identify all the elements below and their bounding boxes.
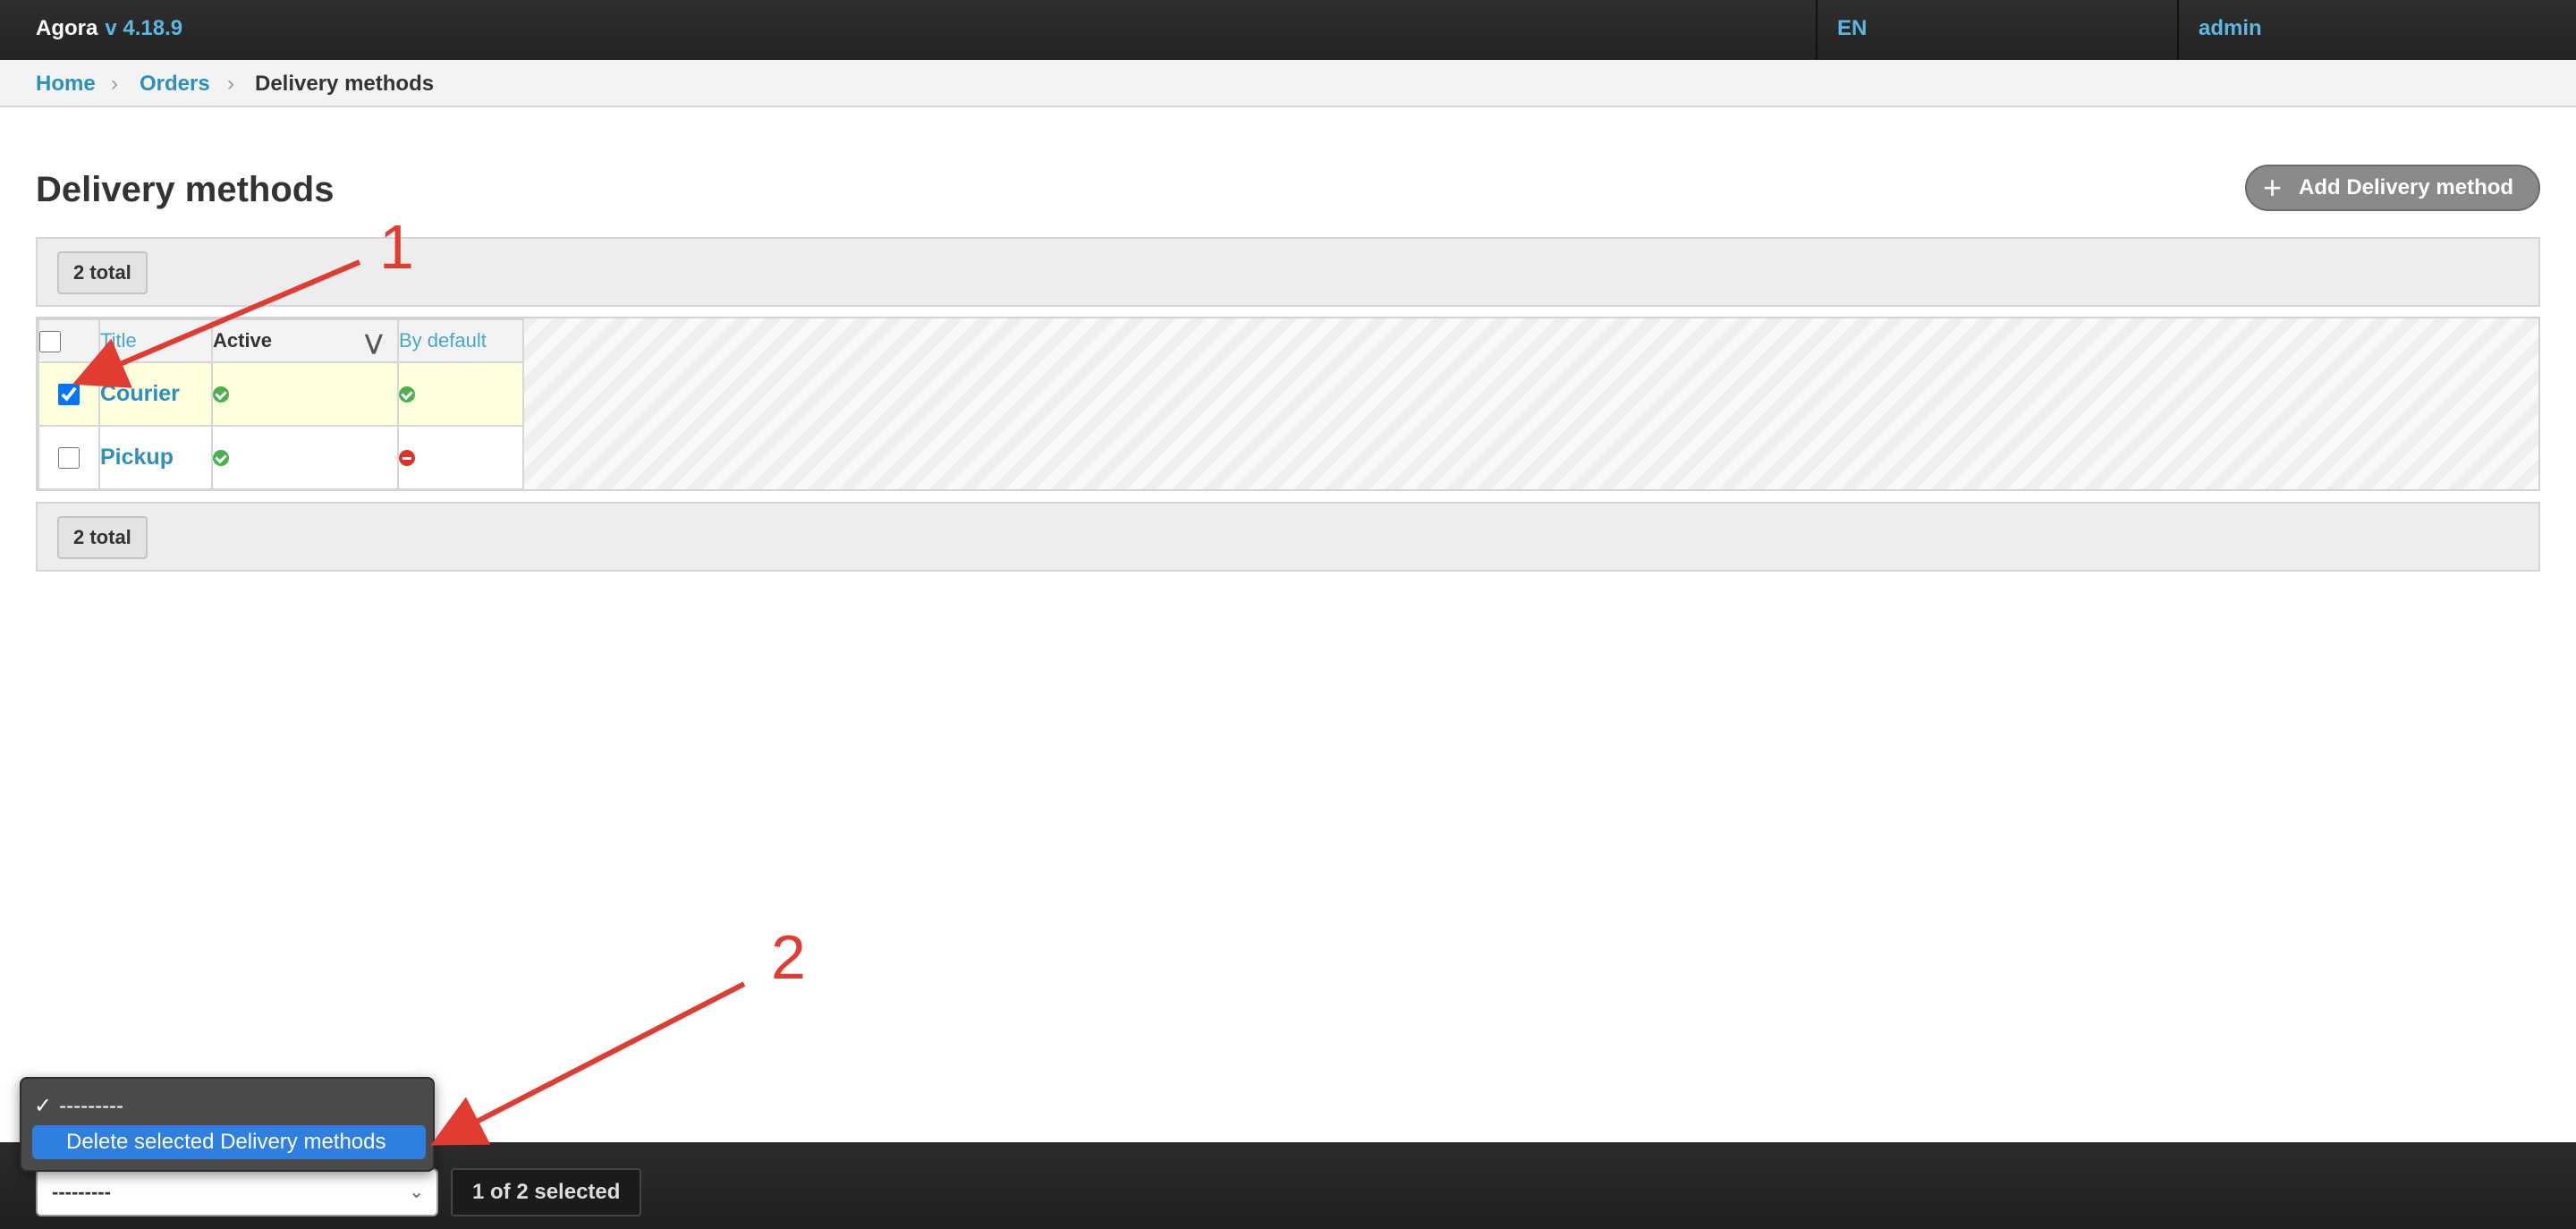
minus-circle-icon — [399, 450, 415, 467]
brand[interactable]: Agora v 4.18.9 — [36, 0, 182, 57]
version-label: v 4.18.9 — [105, 16, 183, 40]
chevron-right-icon: › — [227, 72, 234, 96]
row-title-link[interactable]: Pickup — [100, 445, 174, 470]
column-header-active[interactable]: Active ⋁ — [211, 318, 399, 363]
action-select-value: --------- — [52, 1181, 111, 1203]
by-default-cell — [397, 361, 524, 427]
header-divider — [1816, 0, 1818, 60]
column-header-by-default[interactable]: By default — [397, 318, 524, 363]
add-delivery-method-button[interactable]: + Add Delivery method — [2245, 165, 2540, 211]
annotation-number-2: 2 — [771, 922, 806, 992]
language-switcher[interactable]: EN — [1837, 0, 1867, 57]
add-button-label: Add Delivery method — [2299, 175, 2514, 199]
selection-counter: 1 of 2 selected — [451, 1168, 642, 1216]
breadcrumb-home[interactable]: Home — [36, 60, 96, 107]
check-circle-icon — [213, 386, 229, 403]
row-checkbox[interactable] — [58, 447, 80, 470]
select-all-cell — [38, 318, 100, 363]
plus-icon: + — [2263, 169, 2283, 206]
page-title: Delivery methods — [36, 170, 335, 209]
sort-chevron-icon[interactable]: ⋁ — [365, 330, 383, 356]
by-default-cell — [397, 425, 524, 490]
total-count-button[interactable]: 2 total — [57, 251, 148, 294]
check-circle-icon — [399, 386, 415, 403]
table-row[interactable]: Courier — [38, 361, 524, 427]
header-divider — [2177, 0, 2179, 60]
select-all-checkbox[interactable] — [39, 331, 61, 353]
active-cell — [211, 361, 399, 427]
dropdown-option-empty[interactable]: ✓ --------- — [34, 1093, 123, 1119]
check-circle-icon — [213, 450, 229, 467]
row-select-cell — [38, 425, 100, 490]
breadcrumb: Home › Orders › Delivery methods — [0, 60, 2576, 107]
column-header-active-label: Active — [213, 329, 273, 352]
action-select[interactable]: --------- ⌄ — [36, 1168, 438, 1216]
column-header-title[interactable]: Title — [98, 318, 213, 363]
user-menu[interactable]: admin — [2199, 0, 2262, 57]
title-cell: Courier — [98, 361, 213, 427]
title-cell: Pickup — [98, 425, 213, 490]
results-table: Title Active ⋁ By default Courier Pickup — [38, 318, 524, 490]
chevron-down-icon: ⌄ — [409, 1182, 424, 1202]
results-toolbar-bottom: 2 total — [36, 502, 2540, 572]
row-select-cell — [38, 361, 100, 427]
annotation-overlay — [72, 259, 746, 1146]
active-cell — [211, 425, 399, 490]
action-dropdown-menu: ✓ --------- Delete selected Delivery meth… — [20, 1077, 435, 1172]
breadcrumb-current: Delivery methods — [255, 72, 435, 96]
annotation-number-1: 1 — [379, 212, 414, 282]
top-header: Agora v 4.18.9 EN admin — [0, 0, 2576, 60]
total-count-button[interactable]: 2 total — [57, 516, 148, 559]
results-table-container: Title Active ⋁ By default Courier Pickup — [36, 317, 2540, 491]
dropdown-option-delete-selected[interactable]: Delete selected Delivery methods — [32, 1125, 426, 1159]
brand-name: Agora — [36, 16, 98, 40]
chevron-right-icon: › — [111, 72, 118, 96]
checkmark-icon: ✓ — [34, 1094, 53, 1118]
dropdown-option-empty-label: --------- — [59, 1094, 124, 1118]
row-checkbox[interactable] — [58, 384, 80, 406]
annotation-arrow-2 — [430, 981, 746, 1146]
row-title-link[interactable]: Courier — [100, 381, 180, 406]
table-row[interactable]: Pickup — [38, 425, 524, 490]
table-header-row: Title Active ⋁ By default — [38, 318, 524, 363]
breadcrumb-orders[interactable]: Orders — [140, 60, 210, 107]
